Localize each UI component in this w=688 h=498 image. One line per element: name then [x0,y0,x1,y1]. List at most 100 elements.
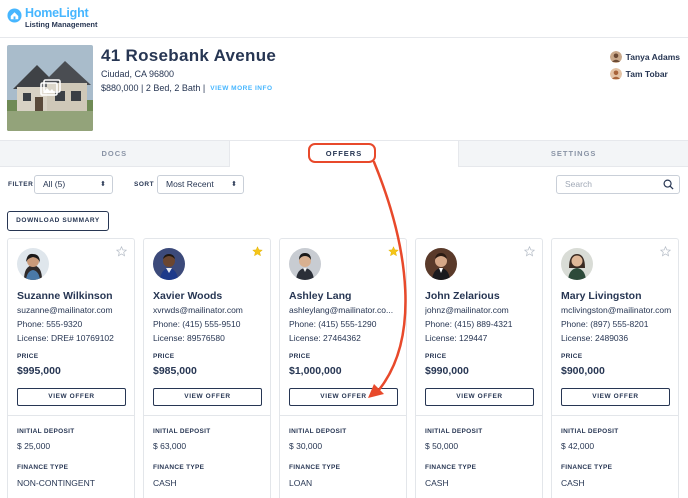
buyer-agent-email: xvrwds@mailinator.com [153,305,243,315]
offer-price: $990,000 [425,365,469,377]
buyer-agent-name: Suzanne Wilkinson [17,290,113,302]
price-label: PRICE [153,353,175,360]
initial-deposit-label: INITIAL DEPOSIT [153,428,211,435]
property-meta: $880,000 | 2 Bed, 2 Bath | VIEW MORE INF… [101,83,273,93]
card-divider [416,415,542,416]
buyer-agent-license: License: DRE# 10769102 [17,333,114,343]
avatar [609,68,622,80]
view-offer-button[interactable]: VIEW OFFER [289,388,398,406]
search-input[interactable]: Search [556,175,680,194]
offer-price: $1,000,000 [289,365,342,377]
chevron-updown-icon: ⬍ [231,181,237,188]
agent-list: Tanya Adams Tam Tobar [609,51,680,85]
buyer-agent-phone: Phone: (415) 555-9510 [153,319,241,329]
house-logo-icon [7,8,22,23]
finance-type-value: CASH [425,478,449,488]
view-more-info-link[interactable]: VIEW MORE INFO [210,85,272,92]
agent-name: Tam Tobar [625,69,668,79]
avatar [561,248,593,280]
property-photo[interactable] [7,45,93,131]
agent-item[interactable]: Tanya Adams [609,51,680,63]
property-city: Ciudad, CA 96800 [101,69,175,79]
buyer-agent-license: License: 89576580 [153,333,225,343]
photo-gallery-icon [40,79,61,96]
finance-type-value: CASH [561,478,585,488]
homelight-logo[interactable]: HomeLight Listing Management [7,7,98,28]
star-outline-icon[interactable] [660,246,671,257]
initial-deposit-value: $ 63,000 [153,441,187,451]
buyer-agent-name: John Zelarious [425,290,500,302]
card-divider [144,415,270,416]
search-icon [663,179,674,190]
sort-value: Most Recent [166,179,214,189]
buyer-agent-name: Ashley Lang [289,290,352,302]
avatar [153,248,185,280]
download-summary-button[interactable]: DOWNLOAD SUMMARY [7,211,109,231]
offer-card: Xavier Woods xvrwds@mailinator.com Phone… [143,238,271,498]
avatar [289,248,321,280]
finance-type-label: FINANCE TYPE [561,464,613,471]
buyer-agent-license: License: 129447 [425,333,488,343]
filter-select[interactable]: All (5) ⬍ [34,175,113,194]
offer-card: John Zelarious johnz@mailinator.com Phon… [415,238,543,498]
buyer-agent-phone: Phone: 555-9320 [17,319,83,329]
buyer-agent-email: ashleylang@mailinator.co... [289,305,394,315]
brand-name: HomeLight [25,6,89,20]
filter-label: FILTER [8,181,34,188]
star-filled-icon[interactable] [388,246,399,257]
offer-price: $900,000 [561,365,605,377]
property-title: 41 Rosebank Avenue [101,46,277,65]
buyer-agent-phone: Phone: (415) 555-1290 [289,319,377,329]
avatar [609,51,622,63]
finance-type-label: FINANCE TYPE [153,464,205,471]
brand-subtitle: Listing Management [25,19,98,29]
app-header: HomeLight Listing Management [0,0,688,38]
agent-item[interactable]: Tam Tobar [609,68,680,80]
avatar [17,248,49,280]
finance-type-label: FINANCE TYPE [289,464,341,471]
star-filled-icon[interactable] [252,246,263,257]
finance-type-value: CASH [153,478,177,488]
card-divider [8,415,134,416]
price-label: PRICE [17,353,39,360]
initial-deposit-value: $ 42,000 [561,441,595,451]
buyer-agent-license: License: 2489036 [561,333,629,343]
card-divider [552,415,678,416]
initial-deposit-value: $ 25,000 [17,441,51,451]
offers-tab-highlight [308,143,376,163]
buyer-agent-phone: Phone: (897) 555-8201 [561,319,649,329]
initial-deposit-label: INITIAL DEPOSIT [425,428,483,435]
buyer-agent-email: mclivingston@mailinator.com [561,305,672,315]
chevron-updown-icon: ⬍ [100,181,106,188]
filter-value: All (5) [43,179,66,189]
initial-deposit-label: INITIAL DEPOSIT [561,428,619,435]
tab-docs[interactable]: DOCS [0,141,229,167]
offer-card: Mary Livingston mclivingston@mailinator.… [551,238,679,498]
avatar [425,248,457,280]
finance-type-value: LOAN [289,478,313,488]
offer-price: $995,000 [17,365,61,377]
view-offer-button[interactable]: VIEW OFFER [561,388,670,406]
price-label: PRICE [425,353,447,360]
offer-card: Suzanne Wilkinson suzanne@mailinator.com… [7,238,135,498]
buyer-agent-email: suzanne@mailinator.com [17,305,113,315]
view-offer-button[interactable]: VIEW OFFER [425,388,534,406]
buyer-agent-phone: Phone: (415) 889-4321 [425,319,513,329]
sort-label: SORT [134,181,155,188]
sort-select[interactable]: Most Recent ⬍ [157,175,244,194]
offer-price: $985,000 [153,365,197,377]
buyer-agent-license: License: 27464362 [289,333,361,343]
property-summary: 41 Rosebank Avenue Ciudad, CA 96800 $880… [0,38,688,140]
view-offer-button[interactable]: VIEW OFFER [153,388,262,406]
star-outline-icon[interactable] [116,246,127,257]
property-price-beds: $880,000 | 2 Bed, 2 Bath | [101,83,206,93]
star-outline-icon[interactable] [524,246,535,257]
card-divider [280,415,406,416]
view-offer-button[interactable]: VIEW OFFER [17,388,126,406]
offer-cards: Suzanne Wilkinson suzanne@mailinator.com… [7,238,688,498]
price-label: PRICE [561,353,583,360]
offer-card: Ashley Lang ashleylang@mailinator.co... … [279,238,407,498]
tab-settings[interactable]: SETTINGS [459,141,688,167]
initial-deposit-value: $ 30,000 [289,441,323,451]
agent-name: Tanya Adams [625,52,680,62]
